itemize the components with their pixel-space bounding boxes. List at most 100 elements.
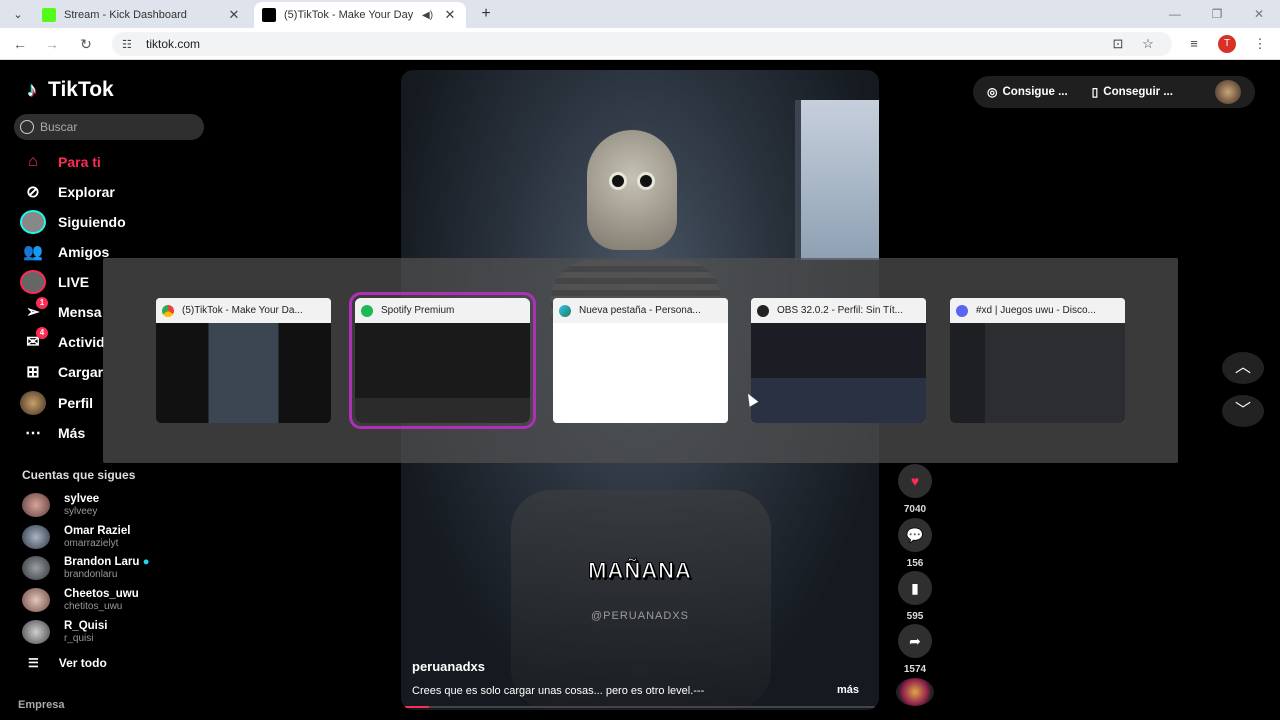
account-name: Omar Raziel (64, 525, 131, 537)
video-window-light (795, 100, 879, 260)
user-avatar[interactable] (1215, 80, 1241, 104)
footer-company-link[interactable]: Empresa (18, 699, 64, 711)
chevron-down-icon[interactable]: ﹀ (1222, 395, 1264, 427)
close-tab-icon[interactable]: ✕ (226, 7, 242, 23)
get-coins-button[interactable]: ◎ Consigue ... (987, 85, 1068, 99)
window-title: OBS 32.0.2 - Perfil: Sin Tít... (777, 305, 903, 316)
live-icon (20, 270, 46, 294)
account-name: sylvee (64, 493, 100, 505)
bookmark-action[interactable]: ▮ 595 (893, 571, 937, 622)
share-icon[interactable]: ➦ (898, 624, 932, 658)
following-account[interactable]: Omar Raziel omarrazielyt (22, 522, 130, 552)
comment-action[interactable]: 💬 156 (893, 518, 937, 569)
nav-more[interactable]: ⋯ Más (20, 420, 85, 446)
new-tab-button[interactable]: + (476, 4, 496, 24)
window-thumbnail (355, 323, 530, 423)
following-account[interactable]: Brandon Laru ● brandonlaru (22, 553, 150, 583)
window-thumbnail (156, 323, 331, 423)
following-account[interactable]: Cheetos_uwu chetitos_uwu (22, 585, 139, 615)
profile-avatar[interactable]: T (1218, 35, 1236, 53)
nav-label: Más (58, 425, 86, 441)
nav-activity[interactable]: ✉ 4 Activid (20, 327, 105, 355)
switcher-window-edge[interactable]: Nueva pestaña - Persona... (553, 298, 728, 423)
nav-label: Explorar (58, 184, 115, 200)
nav-explore[interactable]: ⊘ Explorar (20, 179, 115, 205)
switcher-window-discord[interactable]: #xd | Juegos uwu - Disco... (950, 298, 1125, 423)
media-control-icon[interactable]: ≡ (1184, 34, 1204, 54)
close-tab-icon[interactable]: ✕ (442, 7, 458, 23)
nav-friends[interactable]: 👥 Amigos (20, 239, 109, 265)
activity-badge: 4 (36, 327, 48, 339)
compass-icon: ⊘ (26, 184, 40, 201)
tab-tiktok[interactable]: (5)TikTok - Make Your Day ◀) ✕ (254, 2, 466, 28)
send-icon: ➢ 1 (20, 297, 48, 323)
nav-messages[interactable]: ➢ 1 Mensa (20, 297, 102, 325)
music-disc-icon[interactable] (896, 678, 934, 706)
browser-toolbar: ← → ↻ ☷ tiktok.com ⊡ ☆ ≡ T ⋮ (0, 28, 1280, 60)
forward-button[interactable]: → (42, 34, 62, 54)
address-bar[interactable]: ☷ tiktok.com (112, 32, 1172, 56)
account-handle: r_quisi (64, 633, 94, 644)
phone-icon: ▯ (1091, 85, 1099, 99)
like-action[interactable]: ♥ 7040 (893, 464, 937, 515)
window-title: (5)TikTok - Make Your Da... (182, 305, 303, 316)
account-name: Brandon Laru ● (64, 556, 150, 568)
activity-icon: ✉ 4 (20, 327, 48, 353)
messages-badge: 1 (36, 297, 48, 309)
install-icon[interactable]: ⊡ (1108, 34, 1128, 54)
following-account[interactable]: R_Quisi r_quisi (22, 617, 107, 647)
nav-label: Perfil (58, 395, 94, 411)
avatar (22, 588, 50, 612)
get-app-button[interactable]: ▯ Conseguir ... (1092, 85, 1173, 99)
like-count: 7040 (903, 504, 927, 515)
top-actions-bar: ◎ Consigue ... ▯ Conseguir ... (973, 76, 1255, 108)
coin-icon: ◎ (987, 85, 998, 99)
share-action[interactable]: ➦ 1574 (893, 624, 937, 675)
site-info-icon[interactable]: ☷ (122, 38, 138, 51)
switcher-window-spotify[interactable]: Spotify Premium (349, 292, 536, 429)
search-input[interactable]: Buscar (14, 114, 204, 140)
reload-button[interactable]: ↻ (76, 34, 96, 54)
following-account[interactable]: sylvee sylveey (22, 490, 99, 520)
see-all-link[interactable]: ☰ Ver todo (28, 656, 107, 670)
tiktok-logo-icon: ♪ (27, 79, 37, 101)
back-button[interactable]: ← (10, 34, 30, 54)
account-handle: omarrazielyt (64, 538, 119, 549)
chevron-up-icon[interactable]: ︿ (1222, 352, 1264, 384)
maximize-button[interactable]: ❐ (1202, 4, 1232, 24)
nav-following[interactable]: Siguiendo (20, 209, 126, 235)
bookmark-count: 595 (906, 611, 924, 622)
video-author[interactable]: peruanadxs (412, 659, 485, 674)
browser-tab-strip: ⌄ Stream - Kick Dashboard ✕ (5)TikTok - … (0, 0, 1280, 28)
tab-search-icon[interactable]: ⌄ (8, 5, 28, 23)
upload-plus-icon: ⊞ (26, 364, 40, 381)
switcher-window-obs[interactable]: OBS 32.0.2 - Perfil: Sin Tít... (751, 298, 926, 423)
video-progress-fill (405, 706, 429, 708)
account-handle: brandonlaru (64, 569, 118, 580)
tiktok-logo[interactable]: ♪ TikTok (22, 78, 114, 102)
bookmark-star-icon[interactable]: ☆ (1138, 34, 1158, 54)
nav-live[interactable]: LIVE (20, 269, 89, 295)
more-button[interactable]: más (837, 684, 859, 696)
video-watermark: @PERUANADXS (591, 610, 689, 622)
tiktok-icon (262, 8, 276, 22)
comment-icon[interactable]: 💬 (898, 518, 932, 552)
window-thumbnail (950, 323, 1125, 423)
close-window-button[interactable]: ✕ (1244, 4, 1274, 24)
video-progress-bar[interactable] (405, 706, 875, 708)
minimize-button[interactable]: — (1160, 4, 1190, 24)
speaker-icon[interactable]: ◀) (422, 10, 436, 21)
nav-for-you[interactable]: ⌂ Para ti (20, 149, 101, 175)
tab-kick[interactable]: Stream - Kick Dashboard ✕ (34, 2, 250, 28)
bookmark-icon[interactable]: ▮ (898, 571, 932, 605)
menu-icon[interactable]: ⋮ (1250, 34, 1270, 54)
switcher-window-tiktok[interactable]: (5)TikTok - Make Your Da... (156, 298, 331, 423)
edge-icon (559, 304, 571, 317)
nav-label: Cargar (58, 364, 104, 380)
account-handle: chetitos_uwu (64, 601, 123, 612)
nav-upload[interactable]: ⊞ Cargar (20, 359, 103, 385)
avatar (22, 620, 50, 644)
nav-profile[interactable]: Perfil (20, 390, 93, 416)
heart-icon[interactable]: ♥ (898, 464, 932, 498)
nav-label: LIVE (58, 274, 90, 290)
